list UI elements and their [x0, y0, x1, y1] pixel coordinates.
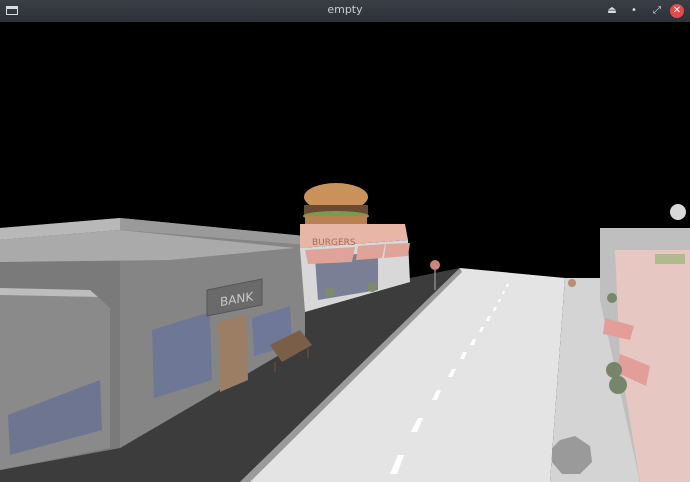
burger-sign: BURGERS [312, 238, 356, 248]
title-bar[interactable]: empty ⏏ • ⤢ ✕ [0, 0, 690, 23]
city-scene: BANK BURGERS [0, 22, 690, 482]
close-button[interactable]: ✕ [670, 4, 684, 18]
3d-viewport[interactable]: BANK BURGERS [0, 22, 690, 482]
restore-button[interactable]: • [627, 4, 641, 18]
minimize-button[interactable]: ⏏ [605, 4, 619, 18]
window-title: empty [327, 3, 363, 16]
maximize-button[interactable]: ⤢ [650, 4, 664, 18]
app-window: empty ⏏ • ⤢ ✕ BANK BURGERS [0, 0, 690, 482]
